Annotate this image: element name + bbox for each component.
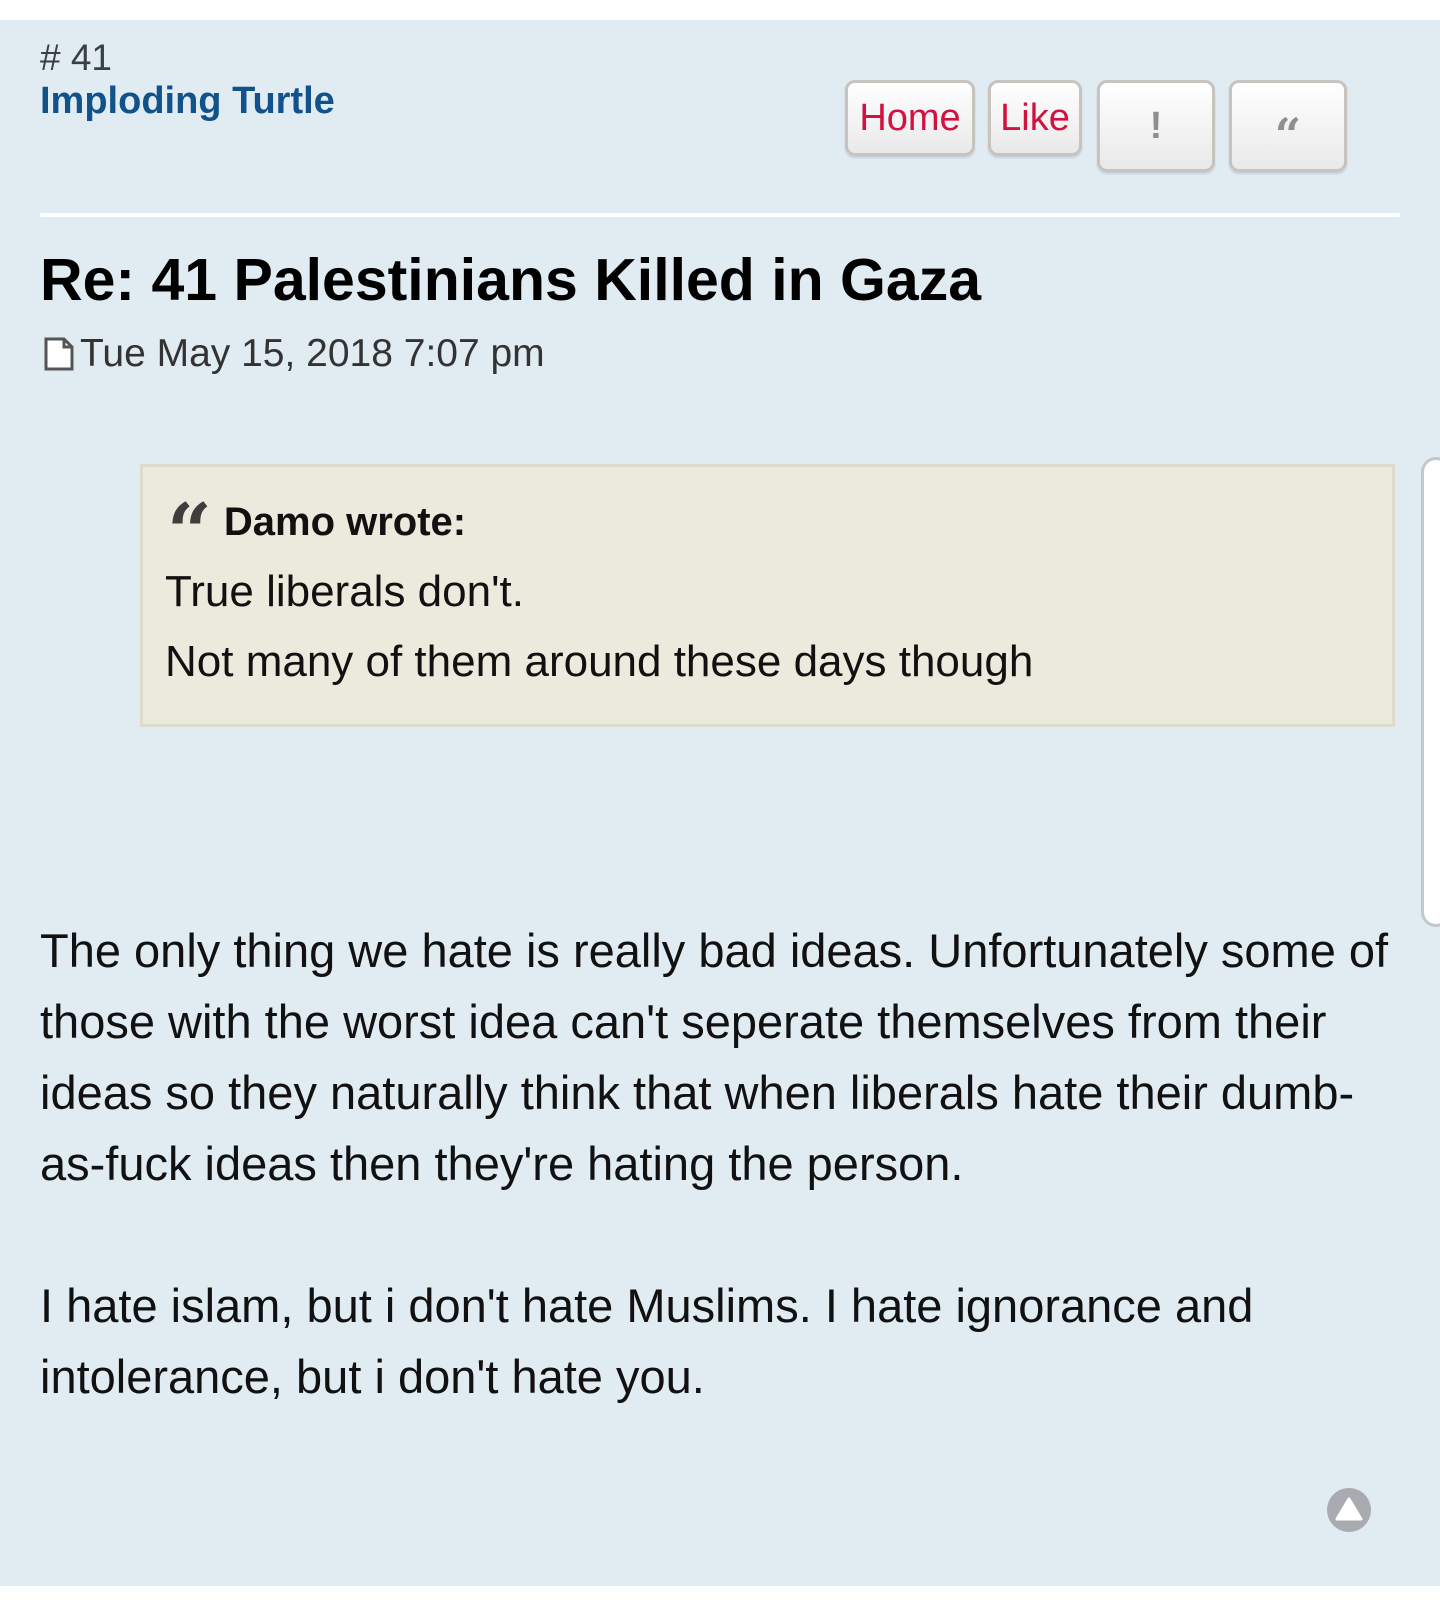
home-button[interactable]: Home [845, 80, 975, 156]
quote-header: “ Damo wrote: [165, 487, 1370, 578]
post-content: The only thing we hate is really bad ide… [40, 915, 1410, 1412]
quote-mark-icon: “ [167, 487, 212, 578]
post-paragraph: I hate islam, but i don't hate Muslims. … [40, 1279, 1254, 1403]
quote-block: “ Damo wrote: True liberals don't. Not m… [140, 464, 1395, 727]
post-container: # 41 Imploding Turtle Home Like ! “ Re: … [0, 20, 1440, 1586]
header-divider [40, 213, 1400, 217]
report-button[interactable]: ! [1097, 80, 1215, 172]
quote-button[interactable]: “ [1229, 80, 1347, 172]
like-button[interactable]: Like [988, 80, 1082, 156]
report-icon: ! [1149, 104, 1163, 147]
quote-icon: “ [1274, 108, 1302, 162]
arrow-up-icon [1335, 1497, 1363, 1521]
post-title[interactable]: Re: 41 Palestinians Killed in Gaza [40, 248, 981, 312]
post-timestamp: Tue May 15, 2018 7:07 pm [80, 332, 545, 375]
post-author-link[interactable]: Imploding Turtle [40, 80, 335, 122]
quote-line: True liberals don't. [165, 567, 524, 616]
post-meta: Tue May 15, 2018 7:07 pm [44, 332, 545, 376]
back-to-top-button[interactable] [1327, 1488, 1371, 1532]
post-paragraph: The only thing we hate is really bad ide… [40, 924, 1389, 1190]
file-icon[interactable] [44, 337, 74, 371]
post-number[interactable]: # 41 [40, 38, 112, 78]
quote-line: Not many of them around these days thoug… [165, 637, 1034, 686]
scrollbar[interactable] [1421, 457, 1440, 927]
quote-author: Damo wrote: [223, 500, 467, 544]
